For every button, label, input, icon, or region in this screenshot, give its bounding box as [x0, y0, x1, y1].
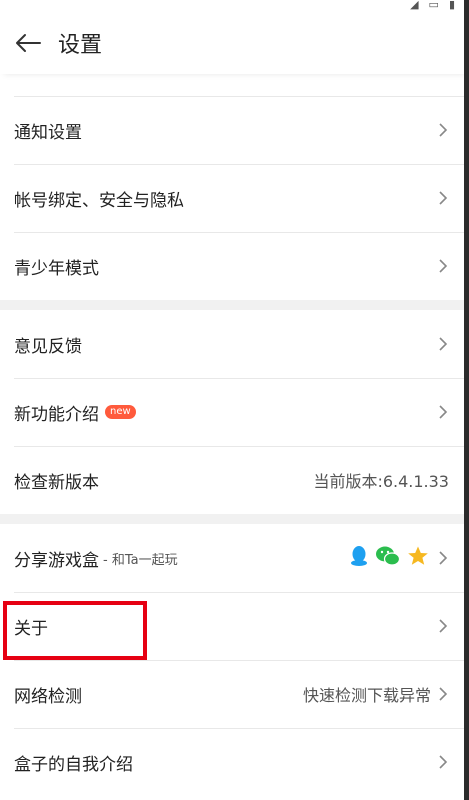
settings-item-label: 盒子的自我介绍: [14, 754, 133, 775]
settings-item-self-intro[interactable]: 盒子的自我介绍: [0, 728, 469, 796]
wifi-icon: ▭: [428, 0, 439, 11]
screen-edge: [464, 0, 469, 800]
settings-item-label: 意见反馈: [14, 336, 82, 357]
settings-item-label: 分享游戏盒: [14, 550, 99, 571]
status-bar: ◢ ▭ ▮: [0, 0, 469, 12]
chevron-right-icon: [437, 684, 449, 704]
current-version-value: 当前版本:6.4.1.33: [313, 472, 449, 491]
settings-item-label: 帐号绑定、安全与隐私: [14, 190, 184, 211]
share-sublabel: - 和Ta一起玩: [103, 552, 178, 568]
battery-icon: ▮: [448, 0, 455, 11]
settings-list: 通知设置 帐号绑定、安全与隐私 青少年模式 意见反馈 新功能介绍 new 检查新…: [0, 96, 469, 796]
section-divider: [0, 300, 469, 310]
new-badge: new: [105, 405, 136, 419]
settings-item-youth-mode[interactable]: 青少年模式: [0, 232, 469, 300]
chevron-right-icon: [437, 616, 449, 636]
chevron-right-icon: [437, 402, 449, 422]
qq-icon[interactable]: [349, 545, 369, 571]
chevron-right-icon: [437, 752, 449, 772]
chevron-right-icon: [437, 120, 449, 140]
section-divider: [0, 514, 469, 524]
settings-item-label: 网络检测: [14, 686, 82, 707]
share-icons: [349, 545, 429, 571]
chevron-right-icon: [437, 188, 449, 208]
settings-item-account-security[interactable]: 帐号绑定、安全与隐私: [0, 164, 469, 232]
settings-item-feedback[interactable]: 意见反馈: [0, 310, 469, 378]
settings-item-label: 青少年模式: [14, 258, 99, 279]
settings-item-about[interactable]: 关于: [0, 592, 469, 660]
qzone-star-icon[interactable]: [407, 545, 429, 571]
settings-item-network-check[interactable]: 网络检测 快速检测下载异常: [0, 660, 469, 728]
settings-item-label: 通知设置: [14, 122, 82, 143]
chevron-right-icon: [437, 548, 449, 568]
back-arrow-icon[interactable]: [8, 23, 48, 63]
chevron-right-icon: [437, 256, 449, 276]
settings-item-share-app[interactable]: 分享游戏盒 - 和Ta一起玩: [0, 524, 469, 592]
settings-item-label: 新功能介绍: [14, 404, 99, 425]
network-check-value: 快速检测下载异常: [302, 686, 431, 705]
page-title: 设置: [58, 33, 103, 58]
wechat-icon[interactable]: [375, 545, 401, 571]
settings-item-label: 检查新版本: [14, 472, 99, 493]
settings-item-check-update[interactable]: 检查新版本 当前版本:6.4.1.33: [0, 446, 469, 514]
app-bar: 设置: [0, 12, 469, 74]
settings-item-new-features[interactable]: 新功能介绍 new: [0, 378, 469, 446]
chevron-right-icon: [437, 334, 449, 354]
signal-icon: ◢: [410, 0, 419, 11]
settings-item-notifications[interactable]: 通知设置: [0, 96, 469, 164]
settings-item-label: 关于: [14, 618, 48, 639]
